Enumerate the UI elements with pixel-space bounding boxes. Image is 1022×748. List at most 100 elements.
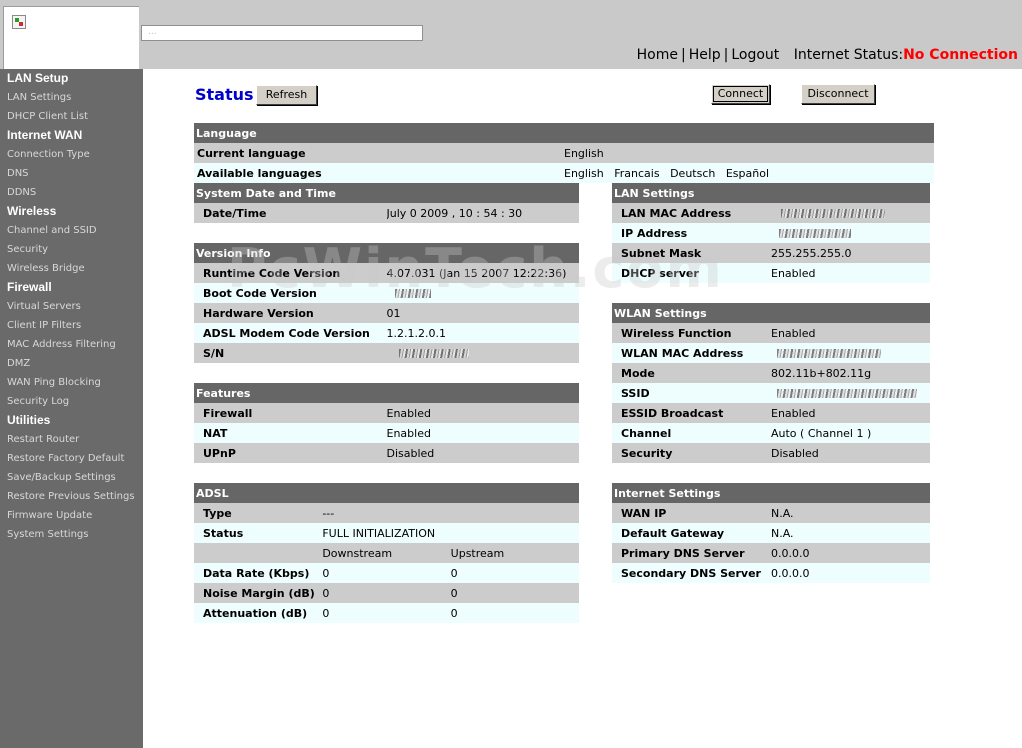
row-label: Type (194, 503, 323, 523)
row-label: Date/Time (194, 203, 387, 223)
row-value: 0.0.0.0 (771, 563, 930, 583)
sidebar-group-lan-setup[interactable]: LAN Setup (0, 69, 143, 88)
table-row: Hardware Version 01 (194, 303, 579, 323)
row-label: Wireless Function (612, 323, 771, 343)
sidebar-item-wan-ping-blocking[interactable]: WAN Ping Blocking (0, 373, 143, 392)
upstream-column-header: Upstream (450, 543, 579, 563)
upstream-value: 0 (450, 563, 579, 583)
row-value: 0.0.0.0 (771, 543, 930, 563)
table-row: Default Gateway N.A. (612, 523, 930, 543)
table-row: WAN IP N.A. (612, 503, 930, 523)
connect-button[interactable]: Connect (711, 84, 770, 104)
sidebar-item-security-log[interactable]: Security Log (0, 392, 143, 411)
header-bar: ... Home | Help | Logout Internet Status:No … (0, 0, 1022, 69)
main-content: Status Refresh Connect Disconnect Langua… (143, 69, 1022, 748)
table-row: Date/Time July 0 2009 , 10 : 54 : 30 (194, 203, 579, 223)
sidebar-item-firmware-update[interactable]: Firmware Update (0, 506, 143, 525)
adsl-table: ADSL Type --- Status FULL INITIALIZATION… (194, 483, 579, 623)
sidebar-item-restore-previous-settings[interactable]: Restore Previous Settings (0, 487, 143, 506)
row-label: NAT (194, 423, 387, 443)
table-row: Available languages English Francais Deu… (194, 163, 934, 183)
row-label: Default Gateway (612, 523, 771, 543)
sidebar-nav: LAN Setup LAN Settings DHCP Client List … (0, 69, 143, 748)
internet-settings-header: Internet Settings (612, 483, 930, 503)
sidebar-item-virtual-servers[interactable]: Virtual Servers (0, 297, 143, 316)
current-language-label: Current language (194, 143, 564, 163)
version-info-table: Version Info Runtime Code Version 4.07.0… (194, 243, 579, 363)
logout-link[interactable]: Logout (731, 47, 779, 63)
sidebar-item-security[interactable]: Security (0, 240, 143, 259)
sidebar-item-connection-type[interactable]: Connection Type (0, 145, 143, 164)
language-option-espanol[interactable]: Español (726, 167, 769, 180)
sidebar-item-mac-address-filtering[interactable]: MAC Address Filtering (0, 335, 143, 354)
top-navigation: Home | Help | Logout Internet Status:No Conn… (637, 47, 1018, 67)
nav-separator: | (680, 47, 686, 63)
table-row: Secondary DNS Server 0.0.0.0 (612, 563, 930, 583)
sidebar-item-wireless-bridge[interactable]: Wireless Bridge (0, 259, 143, 278)
internet-status-label: Internet Status: (793, 47, 904, 63)
language-option-english[interactable]: English (564, 167, 604, 180)
row-label: Attenuation (dB) (194, 603, 323, 623)
row-value: --- (322, 503, 579, 523)
sidebar-group-utilities[interactable]: Utilities (0, 411, 143, 430)
nav-separator: | (723, 47, 729, 63)
table-row: UPnP Disabled (194, 443, 579, 463)
row-label: Firewall (194, 403, 387, 423)
table-row: Current language English (194, 143, 934, 163)
refresh-button[interactable]: Refresh (256, 85, 317, 105)
row-label: DHCP server (612, 263, 771, 283)
row-label: WAN IP (612, 503, 771, 523)
row-label: Boot Code Version (194, 283, 387, 303)
row-value: 1.2.1.2.0.1 (386, 323, 579, 343)
row-value: 01 (386, 303, 579, 323)
row-value: Enabled (771, 403, 930, 423)
sidebar-item-restore-factory-default[interactable]: Restore Factory Default (0, 449, 143, 468)
disconnect-button[interactable]: Disconnect (801, 84, 875, 104)
help-link[interactable]: Help (689, 47, 721, 63)
sidebar-item-dns[interactable]: DNS (0, 164, 143, 183)
language-option-francais[interactable]: Francais (614, 167, 659, 180)
table-row: IP Address (612, 223, 930, 243)
system-date-header: System Date and Time (194, 183, 579, 203)
row-label: SSID (612, 383, 771, 403)
row-value: Enabled (386, 423, 579, 443)
table-row: Mode 802.11b+802.11g (612, 363, 930, 383)
upstream-value: 0 (450, 583, 579, 603)
row-value: 255.255.255.0 (771, 243, 930, 263)
home-link[interactable]: Home (637, 47, 678, 63)
row-label: ADSL Modem Code Version (194, 323, 387, 343)
wlan-settings-table: WLAN Settings Wireless Function Enabled … (612, 303, 930, 463)
row-label: LAN MAC Address (612, 203, 771, 223)
row-value: 802.11b+802.11g (771, 363, 930, 383)
row-label: Data Rate (Kbps) (194, 563, 323, 583)
features-header: Features (194, 383, 579, 403)
row-label: IP Address (612, 223, 771, 243)
sidebar-group-firewall[interactable]: Firewall (0, 278, 143, 297)
sidebar-item-client-ip-filters[interactable]: Client IP Filters (0, 316, 143, 335)
sidebar-item-dhcp-client-list[interactable]: DHCP Client List (0, 107, 143, 126)
sidebar-item-restart-router[interactable]: Restart Router (0, 430, 143, 449)
table-row: Boot Code Version (194, 283, 579, 303)
sidebar-item-lan-settings[interactable]: LAN Settings (0, 88, 143, 107)
language-option-deutsch[interactable]: Deutsch (670, 167, 715, 180)
row-label: Primary DNS Server (612, 543, 771, 563)
table-row: Type --- (194, 503, 579, 523)
table-row: Channel Auto ( Channel 1 ) (612, 423, 930, 443)
language-header: Language (194, 123, 934, 143)
sidebar-item-dmz[interactable]: DMZ (0, 354, 143, 373)
table-row: Downstream Upstream (194, 543, 579, 563)
sidebar-item-save-backup-settings[interactable]: Save/Backup Settings (0, 468, 143, 487)
row-label: Secondary DNS Server (612, 563, 771, 583)
sidebar-item-system-settings[interactable]: System Settings (0, 525, 143, 544)
sidebar-group-wireless[interactable]: Wireless (0, 202, 143, 221)
sidebar-item-channel-ssid[interactable]: Channel and SSID (0, 221, 143, 240)
upstream-value: 0 (450, 603, 579, 623)
table-row: Firewall Enabled (194, 403, 579, 423)
sidebar-group-internet-wan[interactable]: Internet WAN (0, 126, 143, 145)
table-row: S/N (194, 343, 579, 363)
current-language-value: English (564, 143, 934, 163)
row-value: July 0 2009 , 10 : 54 : 30 (386, 203, 579, 223)
redacted-serial (398, 349, 469, 358)
table-row: LAN MAC Address (612, 203, 930, 223)
sidebar-item-ddns[interactable]: DDNS (0, 183, 143, 202)
